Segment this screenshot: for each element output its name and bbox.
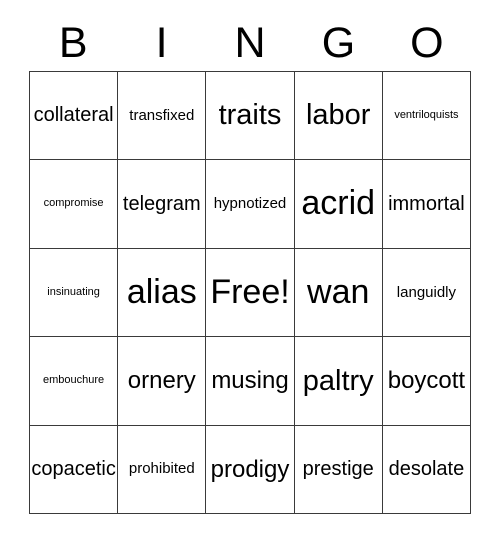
bingo-cell[interactable]: musing [206, 337, 295, 426]
bingo-free-space-label: Free! [210, 272, 290, 311]
bingo-cell[interactable]: ventriloquists [382, 72, 472, 161]
bingo-cell-label: boycott [387, 367, 466, 395]
bingo-card: B I N G O collateral transfixed traits l… [0, 0, 500, 544]
bingo-cell[interactable]: desolate [382, 425, 472, 515]
bingo-cell-label: copacetic [31, 457, 116, 480]
bingo-header-letter-i: I [155, 19, 168, 67]
bingo-cell-label: acrid [301, 184, 376, 223]
bingo-cell-free-space[interactable]: Free! [206, 248, 295, 338]
bingo-row: insinuating alias Free! wan languidly [30, 248, 472, 338]
bingo-cell-label: ventriloquists [394, 108, 459, 121]
bingo-header-letter-o: O [410, 19, 444, 67]
bingo-cell[interactable]: prohibited [118, 425, 207, 515]
bingo-cell[interactable]: wan [294, 248, 383, 338]
bingo-cell-label: ornery [127, 367, 196, 395]
bingo-cell-label: collateral [33, 104, 114, 127]
bingo-cell[interactable]: alias [118, 248, 207, 338]
bingo-cell-label: immortal [388, 192, 465, 215]
bingo-cell-label: alias [126, 272, 197, 311]
bingo-cell[interactable]: collateral [30, 72, 119, 161]
bingo-row: copacetic prohibited prodigy prestige de… [30, 425, 472, 515]
bingo-cell-label: telegram [122, 192, 201, 215]
bingo-cell[interactable]: copacetic [30, 425, 119, 515]
bingo-cell[interactable]: boycott [382, 337, 472, 426]
bingo-header-row: B I N G O [29, 16, 471, 71]
bingo-cell[interactable]: prodigy [206, 425, 295, 515]
bingo-cell-label: compromise [43, 197, 104, 210]
bingo-header-letter-n: N [234, 19, 266, 67]
bingo-cell-label: wan [307, 272, 370, 311]
bingo-cell-label: paltry [302, 364, 374, 397]
bingo-cell-label: prestige [302, 457, 374, 480]
bingo-cell-label: musing [211, 367, 289, 395]
bingo-grid: collateral transfixed traits labor ventr… [29, 71, 472, 515]
bingo-header-letter-g: G [321, 19, 356, 67]
bingo-cell[interactable]: labor [294, 72, 383, 161]
bingo-row: embouchure ornery musing paltry boycott [30, 337, 472, 426]
bingo-cell[interactable]: languidly [382, 248, 472, 338]
bingo-cell[interactable]: acrid [294, 160, 383, 249]
bingo-cell-label: labor [305, 99, 371, 132]
bingo-cell[interactable]: insinuating [30, 248, 119, 338]
bingo-cell[interactable]: telegram [118, 160, 207, 249]
bingo-cell[interactable]: compromise [30, 160, 119, 249]
bingo-cell-label: prodigy [210, 455, 290, 483]
bingo-cell-label: prohibited [128, 460, 195, 478]
bingo-cell-label: languidly [396, 283, 457, 301]
bingo-cell[interactable]: embouchure [30, 337, 119, 426]
bingo-cell-label: hypnotized [213, 195, 287, 213]
bingo-cell[interactable]: immortal [382, 160, 472, 249]
bingo-cell-label: desolate [388, 457, 465, 480]
bingo-cell[interactable]: transfixed [118, 72, 207, 161]
bingo-header-letter-b: B [58, 19, 88, 67]
bingo-cell-label: transfixed [129, 106, 195, 124]
bingo-cell-label: insinuating [47, 285, 100, 298]
bingo-cell[interactable]: ornery [118, 337, 207, 426]
bingo-cell[interactable]: paltry [294, 337, 383, 426]
bingo-cell[interactable]: traits [206, 72, 295, 161]
bingo-cell[interactable]: hypnotized [206, 160, 295, 249]
bingo-cell-label: traits [218, 99, 282, 132]
bingo-row: collateral transfixed traits labor ventr… [30, 72, 472, 161]
bingo-cell[interactable]: prestige [294, 425, 383, 515]
bingo-cell-label: embouchure [43, 374, 105, 387]
bingo-row: compromise telegram hypnotized acrid imm… [30, 160, 472, 249]
